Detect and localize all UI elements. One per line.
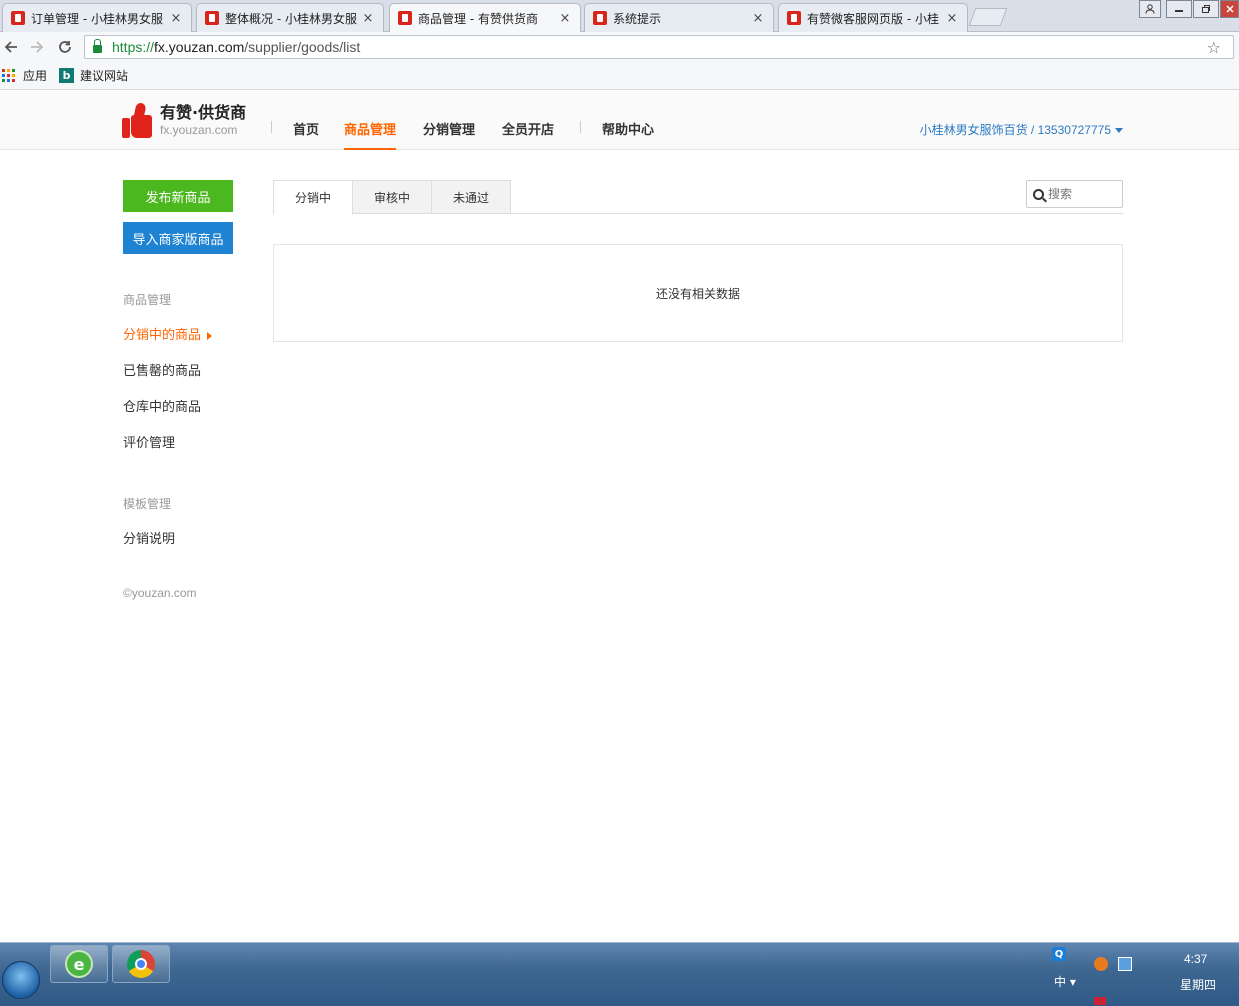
nav-goods-management[interactable]: 商品管理 [344,119,397,150]
qq-tray-icon[interactable]: Q [1052,947,1066,961]
url-host: fx.youzan.com [154,39,245,55]
restore-icon[interactable] [1193,0,1219,18]
clock-time[interactable]: 4:37 [1184,952,1207,966]
browser-tab-title: 有赞微客服网页版 - 小桂 [807,11,939,26]
back-arrow-icon[interactable] [0,36,22,58]
tray-app-icon[interactable] [1094,957,1108,971]
nav-distribution-management[interactable]: 分销管理 [423,119,475,150]
browser-tab[interactable]: 有赞微客服网页版 - 小桂 × [778,3,968,32]
lock-icon [93,39,102,53]
tab-under-review[interactable]: 审核中 [352,180,432,214]
browser-tab-title: 订单管理 - 小桂林男女服 [31,11,163,26]
apps-grid-icon[interactable] [2,69,15,82]
copyright: ©youzan.com [123,586,197,600]
nav-home[interactable]: 首页 [293,119,319,150]
url-scheme: https:// [112,39,155,55]
windows-taskbar: e Q 中 ▾ 4:37 星期四 [0,942,1239,1006]
youzan-favicon-icon [787,11,801,25]
network-icon[interactable] [1118,957,1132,971]
tab-close-icon[interactable]: × [945,11,959,26]
windows-start-icon[interactable] [2,961,40,999]
sidebar-heading-goods: 商品管理 [123,293,172,307]
youzan-favicon-icon [593,11,607,25]
publish-new-goods-button[interactable]: 发布新商品 [123,180,233,212]
tray-flag-icon[interactable] [1094,997,1106,1005]
browser-tab-title: 商品管理 - 有赞供货商 [418,11,538,26]
sidebar-item-sold-out[interactable]: 已售罄的商品 [123,360,201,379]
url-text: https://fx.youzan.com/supplier/goods/lis… [112,39,360,55]
forward-arrow-icon[interactable] [26,36,48,58]
tab-close-icon[interactable]: × [751,11,765,26]
sidebar-item-label: 分销中的商品 [123,328,202,343]
thumbs-up-logo-icon [122,102,152,139]
bookmarks-bar: 应用 b 建议网站 [0,62,1239,90]
ime-indicator[interactable]: 中 ▾ [1054,973,1076,990]
browser-tab-strip: 订单管理 - 小桂林男女服 × 整体概况 - 小桂林男女服 × 商品管理 - 有… [0,0,1239,32]
tab-close-icon[interactable]: × [169,11,183,26]
sidebar-item-reviews[interactable]: 评价管理 [123,432,175,451]
youzan-favicon-icon [11,11,25,25]
import-merchant-goods-button[interactable]: 导入商家版商品 [123,222,233,254]
new-tab-button[interactable] [968,8,1008,26]
ime-label: 中 [1054,975,1067,989]
youzan-favicon-icon [205,11,219,25]
search-box [1026,180,1123,208]
taskbar-app-chrome[interactable] [112,945,170,983]
site-header: 有赞·供货商 fx.youzan.com 首页 商品管理 分销管理 全员开店 帮… [0,91,1239,150]
nav-divider [271,121,272,133]
logo-title: 有赞·供货商 [160,103,247,122]
account-name: 小桂林男女服饰百货 / 13530727775 [919,123,1111,137]
bookmark-star-icon[interactable]: ☆ [1207,38,1221,57]
caret-right-icon [207,331,213,340]
browser-tab-active[interactable]: 商品管理 - 有赞供货商 × [389,3,581,32]
tab-close-icon[interactable]: × [361,11,375,26]
browser-tab-title: 整体概况 - 小桂林男女服 [225,11,357,26]
youzan-favicon-icon [398,11,412,25]
tab-close-icon[interactable]: × [558,11,572,26]
address-bar[interactable]: https://fx.youzan.com/supplier/goods/lis… [84,35,1234,59]
bookmark-apps[interactable]: 应用 [23,67,47,84]
empty-message: 还没有相关数据 [655,286,740,301]
logo-subtitle: fx.youzan.com [160,123,238,137]
empty-results-panel: 还没有相关数据 [273,244,1123,342]
taskbar-app-ie[interactable]: e [50,945,108,983]
nav-all-staff-store[interactable]: 全员开店 [502,119,554,150]
sidebar-item-warehouse[interactable]: 仓库中的商品 [123,396,201,415]
user-icon[interactable] [1139,0,1161,18]
ie-browser-icon: e [65,950,93,978]
tab-on-sale[interactable]: 分销中 [273,180,353,215]
chrome-icon [127,950,155,978]
nav-help-center[interactable]: 帮助中心 [602,119,654,150]
browser-tab[interactable]: 订单管理 - 小桂林男女服 × [2,3,192,32]
browser-tab[interactable]: 整体概况 - 小桂林男女服 × [196,3,384,32]
search-input[interactable] [1048,187,1118,201]
sidebar-item-on-sale[interactable]: 分销中的商品 [123,324,213,343]
close-window-icon[interactable] [1220,0,1239,18]
reload-icon[interactable] [54,36,76,58]
youzan-logo[interactable]: 有赞·供货商 fx.youzan.com [122,102,247,139]
sidebar-item-distribution-notes[interactable]: 分销说明 [123,528,175,547]
status-tabs: 分销中 审核中 未通过 [273,180,1123,215]
bookmark-suggested-sites[interactable]: 建议网站 [80,67,128,84]
chevron-down-icon [1115,128,1123,134]
url-path: /supplier/goods/list [244,39,361,55]
search-icon [1033,188,1044,200]
bing-icon: b [59,68,75,83]
browser-tab[interactable]: 系统提示 × [584,3,774,32]
browser-toolbar: https://fx.youzan.com/supplier/goods/lis… [0,32,1239,62]
nav-divider [580,121,581,133]
tab-rejected[interactable]: 未通过 [431,180,511,214]
sidebar-heading-templates: 模板管理 [123,497,172,511]
clock-day[interactable]: 星期四 [1180,976,1216,993]
account-menu[interactable]: 小桂林男女服饰百货 / 13530727775 [920,121,1123,138]
minimize-icon[interactable] [1166,0,1192,18]
browser-tab-title: 系统提示 [613,11,662,26]
